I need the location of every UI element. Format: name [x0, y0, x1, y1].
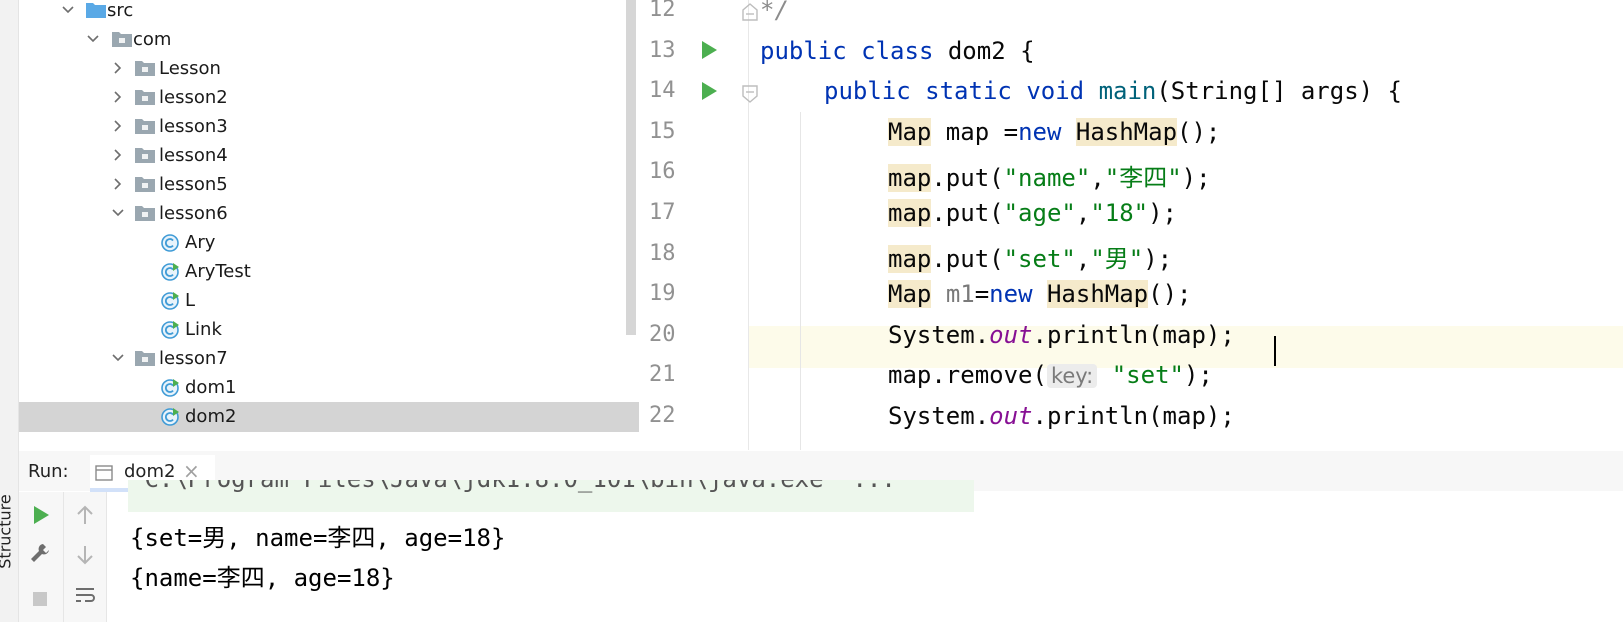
parameter-hint: key: — [1046, 364, 1098, 388]
tree-item-lesson4[interactable]: lesson4 — [19, 141, 639, 171]
code-line-12[interactable]: */ — [760, 0, 789, 24]
console-command-line: "C:\Program Files\Java\jdk1.8.0_101\bin\… — [128, 480, 974, 512]
tree-item-label: dom2 — [185, 406, 237, 427]
tree-item-label: lesson2 — [159, 87, 228, 108]
tree-item-l[interactable]: L — [19, 286, 639, 316]
fold-start-icon[interactable] — [741, 84, 759, 104]
tree-item-com[interactable]: com — [19, 25, 639, 55]
package-icon — [135, 206, 155, 221]
package-icon — [112, 32, 132, 47]
code-line-22[interactable]: System.out.println(map); — [888, 402, 1235, 430]
package-icon — [135, 148, 155, 163]
indent-guide — [800, 112, 801, 450]
package-icon — [135, 90, 155, 105]
tree-item-label: Link — [185, 319, 222, 340]
line-number-22: 22 — [649, 403, 676, 428]
package-icon — [135, 177, 155, 192]
source-folder-icon — [86, 3, 106, 18]
line-number-20: 20 — [649, 321, 676, 347]
run-class-icon[interactable] — [700, 40, 718, 60]
code-line-21[interactable]: map.remove(key: "set"); — [888, 361, 1213, 389]
chevron-right-icon[interactable] — [110, 118, 126, 134]
text-caret — [1274, 336, 1276, 366]
tree-item-src[interactable]: src — [19, 0, 639, 26]
code-line-17[interactable]: map.put("age","18"); — [888, 199, 1177, 227]
console-tab-icon — [95, 465, 113, 481]
tree-item-ary[interactable]: Ary — [19, 228, 639, 258]
tree-item-label: lesson3 — [159, 116, 228, 137]
line-number-21: 21 — [649, 362, 676, 388]
tree-item-label: src — [107, 0, 134, 21]
chevron-down-icon[interactable] — [110, 205, 126, 221]
fold-end-icon[interactable] — [741, 2, 759, 22]
line-number-17: 17 — [649, 200, 676, 225]
tree-item-label: dom1 — [185, 377, 237, 398]
tree-item-label: L — [185, 290, 196, 311]
project-tree[interactable]: src com Lesson lesson2 lesson3 lesson4 lesson5… — [19, 0, 639, 450]
tree-item-lesson3[interactable]: lesson3 — [19, 112, 639, 142]
chevron-right-icon[interactable] — [110, 147, 126, 163]
code-line-14[interactable]: public static void main(String[] args) { — [824, 77, 1402, 105]
runnable-class-icon — [161, 263, 179, 281]
code-line-16[interactable]: map.put("name","李四"); — [888, 158, 1211, 193]
tree-item-label: Ary — [185, 232, 216, 253]
wrench-icon[interactable] — [28, 541, 52, 565]
tree-item-label: com — [133, 29, 172, 50]
arrow-down-icon[interactable] — [73, 543, 97, 567]
runnable-class-icon — [161, 408, 179, 426]
tree-item-label: Lesson — [159, 58, 221, 79]
tree-item-lesson2[interactable]: lesson2 — [19, 83, 639, 113]
chevron-right-icon[interactable] — [110, 176, 126, 192]
tree-item-label: lesson7 — [159, 348, 228, 369]
tree-item-label: AryTest — [185, 261, 251, 282]
tree-item-label: lesson6 — [159, 203, 228, 224]
structure-tab-label: Structure — [0, 494, 15, 569]
soft-wrap-icon[interactable] — [73, 583, 97, 607]
console-output-line: {set=男, name=李四, age=18} — [130, 524, 506, 552]
runnable-class-icon — [161, 292, 179, 310]
chevron-right-icon[interactable] — [110, 60, 126, 76]
line-number-18: 18 — [649, 240, 676, 266]
structure-side-tab[interactable]: Structure — [0, 482, 20, 572]
code-line-15[interactable]: Map map =new HashMap(); — [888, 118, 1220, 146]
tree-item-link[interactable]: Link — [19, 315, 639, 345]
chevron-down-icon[interactable] — [85, 31, 101, 47]
line-number-15: 15 — [649, 118, 676, 144]
tree-item-arytest[interactable]: AryTest — [19, 257, 639, 287]
chevron-down-icon[interactable] — [110, 350, 126, 366]
chevron-down-icon[interactable] — [60, 2, 76, 18]
code-line-20[interactable]: System.out.println(map); — [888, 321, 1235, 349]
line-number-12: 12 — [649, 0, 676, 22]
tree-item-label: lesson5 — [159, 174, 228, 195]
chevron-right-icon[interactable] — [110, 89, 126, 105]
tree-item-dom2[interactable]: dom2 — [19, 402, 639, 432]
runnable-class-icon — [161, 379, 179, 397]
console-output-line: {name=李四, age=18} — [130, 564, 395, 592]
runnable-class-icon — [161, 321, 179, 339]
tree-item-lesson5[interactable]: lesson5 — [19, 170, 639, 200]
line-number-16: 16 — [649, 159, 676, 185]
code-line-18[interactable]: map.put("set","男"); — [888, 239, 1172, 274]
tree-item-dom1[interactable]: dom1 — [19, 373, 639, 403]
line-number-19: 19 — [649, 281, 676, 307]
arrow-up-icon[interactable] — [73, 503, 97, 527]
class-icon — [161, 234, 179, 252]
run-panel-label: Run: — [28, 461, 69, 482]
package-icon — [135, 119, 155, 134]
run-main-icon[interactable] — [700, 81, 718, 101]
tree-item-label: lesson4 — [159, 145, 228, 166]
run-tab-label: dom2 — [124, 461, 176, 482]
project-tree-scrollbar[interactable] — [626, 0, 636, 335]
tree-item-lesson7[interactable]: lesson7 — [19, 344, 639, 374]
tree-item-lesson6[interactable]: lesson6 — [19, 199, 639, 229]
code-line-13[interactable]: public class dom2 { — [760, 37, 1035, 65]
tree-item-lesson[interactable]: Lesson — [19, 54, 639, 84]
rerun-icon[interactable] — [28, 503, 52, 527]
stop-icon[interactable] — [28, 587, 52, 611]
package-icon — [135, 351, 155, 366]
code-line-19[interactable]: Map m1=new HashMap(); — [888, 280, 1192, 308]
package-icon — [135, 61, 155, 76]
